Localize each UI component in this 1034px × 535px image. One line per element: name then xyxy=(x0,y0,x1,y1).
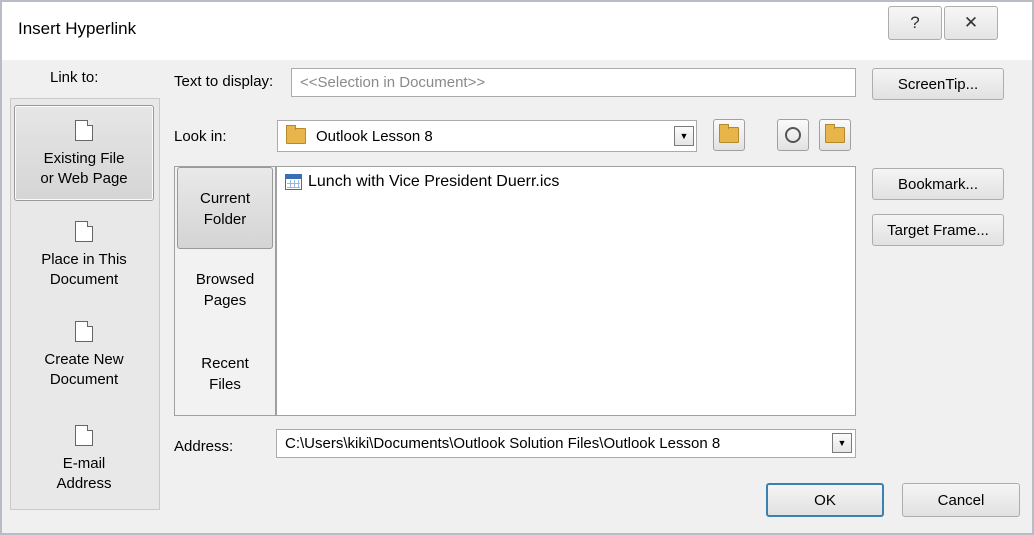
email-address-icon xyxy=(75,425,93,446)
link-to-place-in-document[interactable]: Place in This Document xyxy=(14,221,154,291)
text-to-display-label: Text to display: xyxy=(174,73,274,90)
look-in-value: Outlook Lesson 8 xyxy=(316,127,433,145)
nav-recent-files[interactable]: Recent Files xyxy=(177,353,273,403)
close-icon: ✕ xyxy=(963,13,979,32)
nav-recent-line1: Recent xyxy=(201,355,249,372)
up-one-folder-icon xyxy=(719,124,739,143)
up-one-folder-button[interactable] xyxy=(713,119,745,151)
list-item[interactable]: Lunch with Vice President Duerr.ics xyxy=(285,173,559,191)
close-button[interactable]: ✕ xyxy=(944,6,998,40)
browse-web-button[interactable] xyxy=(777,119,809,151)
target-frame-button[interactable]: Target Frame... xyxy=(872,214,1004,246)
existing-file-icon xyxy=(75,120,93,141)
address-dropdown-arrow[interactable]: ▼ xyxy=(832,433,852,453)
calendar-file-icon xyxy=(285,174,302,190)
look-in-label: Look in: xyxy=(174,128,227,145)
link-to-existing-file-line1: Existing File xyxy=(43,150,125,167)
chevron-down-icon: ▼ xyxy=(837,438,847,448)
link-to-place-line2: Document xyxy=(49,271,119,288)
link-to-email-address[interactable]: E-mail Address xyxy=(14,425,154,495)
link-to-create-line1: Create New xyxy=(44,351,124,368)
browse-web-icon xyxy=(785,127,801,143)
nav-current-line2: Folder xyxy=(203,211,247,228)
link-to-create-line2: Document xyxy=(49,371,119,388)
link-to-panel: Existing File or Web Page Place in This … xyxy=(10,98,160,510)
browse-file-button[interactable] xyxy=(819,119,851,151)
text-to-display-input[interactable]: <<Selection in Document>> xyxy=(291,68,856,97)
create-new-document-icon xyxy=(75,321,93,342)
browse-nav-panel: Current Folder Browsed Pages Recent File… xyxy=(174,166,276,416)
address-label: Address: xyxy=(174,438,234,455)
folder-icon xyxy=(286,125,306,144)
nav-recent-line2: Files xyxy=(209,376,241,393)
file-name: Lunch with Vice President Duerr.ics xyxy=(308,173,560,190)
look-in-combo[interactable]: Outlook Lesson 8 xyxy=(277,120,697,152)
look-in-dropdown-arrow[interactable]: ▼ xyxy=(674,126,694,146)
help-icon: ? xyxy=(910,13,920,32)
bookmark-button[interactable]: Bookmark... xyxy=(872,168,1004,200)
chevron-down-icon: ▼ xyxy=(679,131,689,141)
screentip-button[interactable]: ScreenTip... xyxy=(872,68,1004,100)
browse-file-icon xyxy=(825,124,845,143)
place-in-document-icon xyxy=(75,221,93,242)
link-to-create-new-document[interactable]: Create New Document xyxy=(14,321,154,391)
link-to-existing-file-line2: or Web Page xyxy=(40,170,128,187)
nav-browsed-line1: Browsed xyxy=(195,271,255,288)
link-to-existing-file[interactable]: Existing File or Web Page xyxy=(14,105,154,201)
nav-browsed-pages[interactable]: Browsed Pages xyxy=(177,269,273,319)
nav-current-line1: Current xyxy=(199,190,251,207)
file-list[interactable]: Lunch with Vice President Duerr.ics xyxy=(276,166,856,416)
link-to-email-line2: Address xyxy=(56,475,112,492)
nav-current-folder[interactable]: Current Folder xyxy=(177,167,273,249)
link-to-email-line1: E-mail xyxy=(62,455,106,472)
help-button[interactable]: ? xyxy=(888,6,942,40)
insert-hyperlink-dialog: Insert Hyperlink ? ✕ Link to: Existing F… xyxy=(0,0,1034,535)
address-input[interactable]: C:\Users\kiki\Documents\Outlook Solution… xyxy=(276,429,856,458)
dialog-title: Insert Hyperlink xyxy=(18,19,137,38)
cancel-button[interactable]: Cancel xyxy=(902,483,1020,517)
ok-button[interactable]: OK xyxy=(766,483,884,517)
nav-browsed-line2: Pages xyxy=(203,292,247,309)
link-to-label: Link to: xyxy=(50,69,99,86)
link-to-place-line1: Place in This xyxy=(41,251,127,268)
title-bar: Insert Hyperlink ? ✕ xyxy=(2,2,1032,60)
